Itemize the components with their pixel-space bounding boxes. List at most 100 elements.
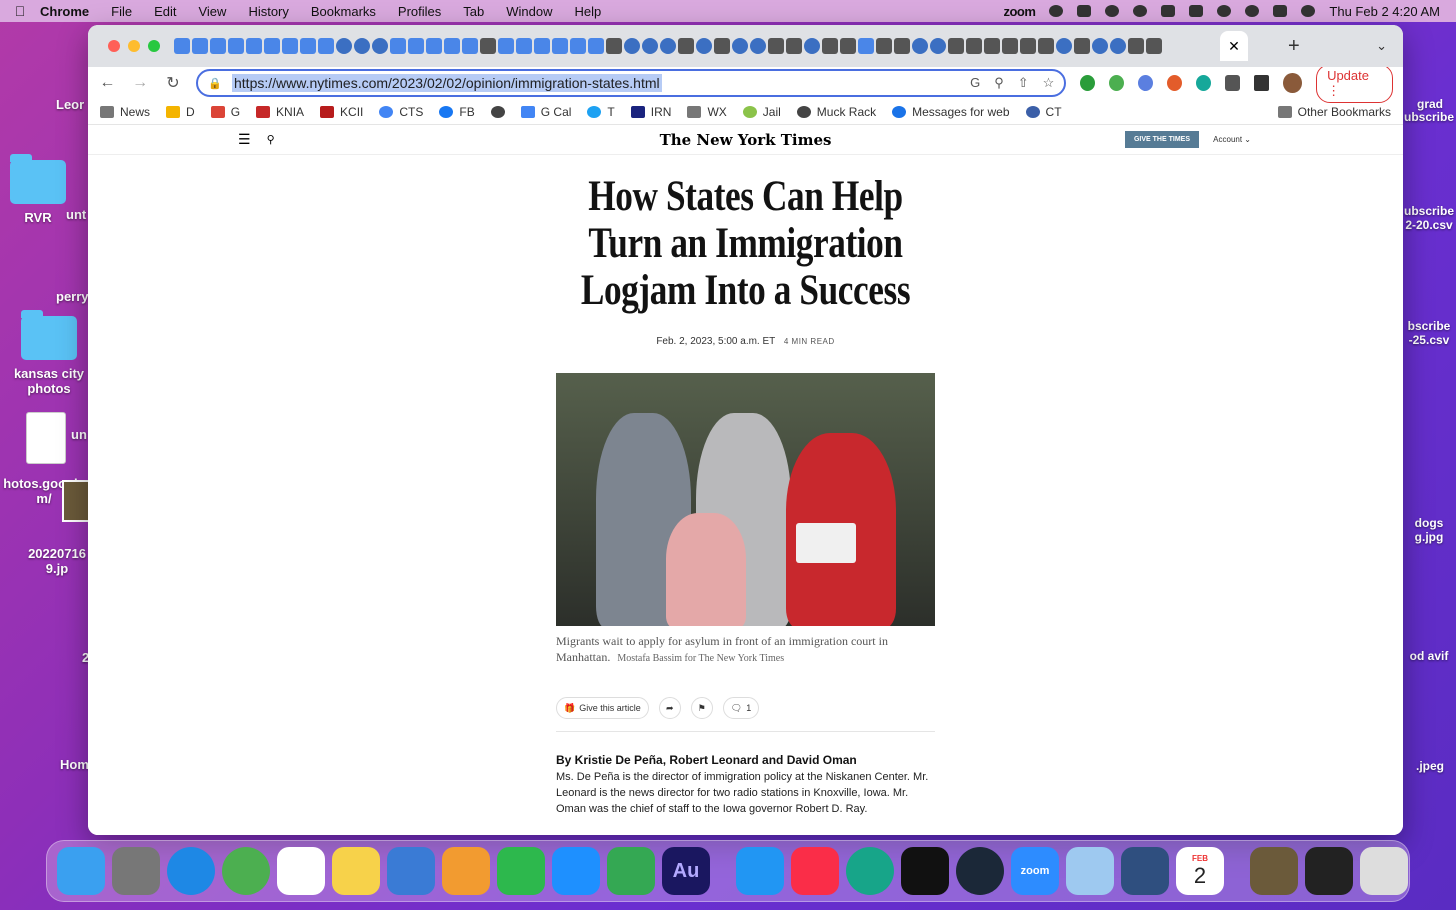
finder-icon[interactable] bbox=[57, 847, 105, 895]
article-photo[interactable] bbox=[556, 373, 935, 626]
extensions-puzzle-icon[interactable] bbox=[1225, 75, 1241, 91]
bookmark-news[interactable]: News bbox=[100, 105, 150, 119]
desktop-folder-kansas-city[interactable]: kansas city photos bbox=[6, 310, 92, 396]
chrome-icon[interactable] bbox=[222, 847, 270, 895]
desktop-folder-rvr[interactable]: RVR bbox=[8, 154, 68, 225]
notes-icon[interactable] bbox=[332, 847, 380, 895]
tab-site-icon[interactable] bbox=[786, 38, 802, 54]
photos-icon[interactable] bbox=[277, 847, 325, 895]
tab-search-chevron-icon[interactable]: ⌄ bbox=[1376, 38, 1387, 54]
comments-button[interactable]: 🗨 1 bbox=[722, 697, 760, 719]
close-window-button[interactable] bbox=[108, 40, 120, 52]
tab-site-icon[interactable] bbox=[606, 38, 622, 54]
tab-docs-icon[interactable] bbox=[318, 38, 334, 54]
tab-star-icon[interactable] bbox=[1128, 38, 1144, 54]
bookmark-messages[interactable]: Messages for web bbox=[892, 105, 1010, 119]
bookmark-star-icon[interactable]: ☆ bbox=[1043, 75, 1055, 91]
tab-docs-icon[interactable] bbox=[858, 38, 874, 54]
desktop-item-grad[interactable]: grad bbox=[1404, 97, 1456, 111]
calendar-icon[interactable]: FEB 2 bbox=[1176, 847, 1224, 895]
bookmark-cts[interactable]: CTS bbox=[379, 105, 423, 119]
desktop-file-http[interactable] bbox=[24, 412, 68, 468]
menu-tab[interactable]: Tab bbox=[463, 4, 484, 19]
menu-clock[interactable]: Thu Feb 2 4:20 AM bbox=[1329, 4, 1440, 19]
tab-docs-icon[interactable] bbox=[174, 38, 190, 54]
tab-site-icon[interactable] bbox=[894, 38, 910, 54]
tab-docs-icon[interactable] bbox=[282, 38, 298, 54]
zoom-icon[interactable]: ⚲ bbox=[994, 75, 1004, 91]
grammarly-icon[interactable] bbox=[1049, 5, 1064, 17]
tab-docs-icon[interactable] bbox=[192, 38, 208, 54]
tab-site-icon[interactable] bbox=[1110, 38, 1126, 54]
tab-site-icon[interactable] bbox=[822, 38, 838, 54]
numbers-icon[interactable] bbox=[497, 847, 545, 895]
minimize-window-button[interactable] bbox=[128, 40, 140, 52]
tab-openai-icon[interactable] bbox=[966, 38, 982, 54]
desktop-item-un[interactable]: un bbox=[71, 427, 87, 442]
tab-site-icon[interactable] bbox=[876, 38, 892, 54]
tab-docs-icon[interactable] bbox=[534, 38, 550, 54]
tab-drive-icon[interactable] bbox=[498, 38, 514, 54]
menu-profiles[interactable]: Profiles bbox=[398, 4, 441, 19]
recent-window-icon[interactable] bbox=[1305, 847, 1353, 895]
search-icon[interactable]: ⚲ bbox=[267, 133, 275, 146]
music-icon[interactable] bbox=[791, 847, 839, 895]
save-button[interactable]: ⚑ bbox=[690, 697, 713, 719]
tab-nyt-icon[interactable] bbox=[1146, 38, 1162, 54]
url-text[interactable]: https://www.nytimes.com/2023/02/02/opini… bbox=[232, 74, 662, 92]
share-icon[interactable]: ⇧ bbox=[1018, 75, 1029, 91]
reload-button[interactable]: ↻ bbox=[164, 73, 183, 93]
zoom-icon[interactable]: zoom bbox=[1011, 847, 1059, 895]
tab-openai-icon[interactable] bbox=[1002, 38, 1018, 54]
update-button[interactable]: Update ⋮ bbox=[1316, 63, 1393, 103]
tab-site-icon[interactable] bbox=[912, 38, 928, 54]
audition-icon[interactable]: Au bbox=[662, 847, 710, 895]
bookmark-ct[interactable]: CT bbox=[1025, 105, 1062, 119]
close-tab-icon[interactable]: ✕ bbox=[1228, 38, 1240, 55]
control-center-icon[interactable] bbox=[1273, 5, 1288, 17]
launchpad-icon[interactable] bbox=[112, 847, 160, 895]
screenshot-extension-icon[interactable] bbox=[1138, 75, 1154, 91]
zoom-status-icon[interactable]: zoom bbox=[1003, 4, 1035, 19]
trash-icon[interactable] bbox=[1360, 847, 1408, 895]
menu-view[interactable]: View bbox=[198, 4, 226, 19]
tab-docs-icon[interactable] bbox=[552, 38, 568, 54]
extension-icon[interactable] bbox=[1196, 75, 1212, 91]
bookmark-other[interactable]: Other Bookmarks bbox=[1277, 105, 1391, 119]
maximize-window-button[interactable] bbox=[148, 40, 160, 52]
tab-facebook-icon[interactable] bbox=[1056, 38, 1072, 54]
menu-hamburger-icon[interactable]: ☰ bbox=[238, 131, 251, 148]
bookmark-irn[interactable]: IRN bbox=[630, 105, 671, 119]
desktop-item-subscribe-3[interactable]: bscribe -25.csv bbox=[1402, 319, 1456, 347]
tab-docs-icon[interactable] bbox=[426, 38, 442, 54]
app-icon[interactable] bbox=[846, 847, 894, 895]
side-panel-icon[interactable] bbox=[1254, 75, 1270, 91]
app-store-icon[interactable] bbox=[552, 847, 600, 895]
bookmark-fb[interactable]: FB bbox=[439, 105, 475, 119]
desktop-item-jpeg[interactable]: .jpeg bbox=[1404, 759, 1456, 773]
extension-icon[interactable] bbox=[1080, 75, 1096, 91]
tab-site-icon[interactable] bbox=[480, 38, 496, 54]
battery-icon[interactable] bbox=[1189, 5, 1204, 17]
tab-docs-icon[interactable] bbox=[228, 38, 244, 54]
tab-site-icon[interactable] bbox=[804, 38, 820, 54]
bookmark-t[interactable]: T bbox=[587, 105, 615, 119]
tab-docs-icon[interactable] bbox=[570, 38, 586, 54]
pages-icon[interactable] bbox=[442, 847, 490, 895]
recent-photo-icon[interactable] bbox=[1250, 847, 1298, 895]
bluetooth-icon[interactable] bbox=[736, 847, 784, 895]
give-the-times-button[interactable]: GIVE THE TIMES bbox=[1124, 131, 1199, 148]
forward-button[interactable]: → bbox=[131, 74, 150, 92]
desktop-item-avif[interactable]: od avif bbox=[1402, 649, 1456, 663]
bookmark-jail[interactable]: Jail bbox=[742, 105, 781, 119]
tab-nyt-icon[interactable] bbox=[678, 38, 694, 54]
tab-docs-icon[interactable] bbox=[516, 38, 532, 54]
tab-docs-icon[interactable] bbox=[408, 38, 424, 54]
tab-site-icon[interactable] bbox=[1074, 38, 1090, 54]
tab-docs-icon[interactable] bbox=[588, 38, 604, 54]
desktop-item-subscribe-1[interactable]: ubscribe bbox=[1402, 110, 1456, 124]
back-button[interactable]: ← bbox=[98, 74, 117, 92]
spotlight-icon[interactable] bbox=[1245, 5, 1260, 17]
desktop-item-perry[interactable]: perry bbox=[56, 289, 89, 304]
tab-google-icon[interactable] bbox=[1038, 38, 1054, 54]
